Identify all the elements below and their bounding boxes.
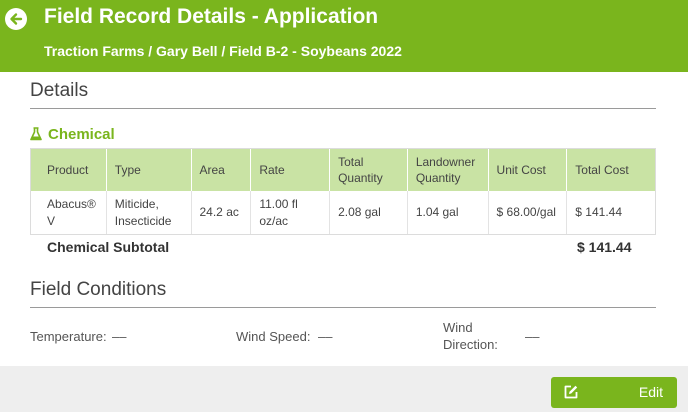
cell-landowner-quantity: 1.04 gal — [408, 191, 489, 234]
edit-button[interactable]: Edit — [551, 377, 677, 408]
cell-product: Abacus® V — [31, 191, 107, 234]
wind-direction-label: Wind Direction: — [443, 320, 498, 352]
chemical-heading: Chemical — [30, 124, 115, 144]
cell-type: Miticide, Insecticide — [107, 191, 192, 234]
back-button[interactable] — [5, 8, 27, 30]
edit-icon — [564, 385, 578, 399]
breadcrumb: Traction Farms / Gary Bell / Field B-2 -… — [44, 43, 402, 59]
chemical-table: Product Type Area Rate Total Quantity La… — [30, 148, 656, 235]
details-divider — [30, 108, 656, 109]
page-title: Field Record Details - Application — [44, 5, 379, 28]
column-header-product: Product — [31, 149, 107, 191]
temperature-value: –– — [112, 329, 127, 344]
page-header: Field Record Details - Application Tract… — [0, 0, 688, 72]
cell-area: 24.2 ac — [192, 191, 252, 234]
column-header-area: Area — [192, 149, 252, 191]
flask-icon — [30, 127, 42, 141]
details-heading: Details — [30, 80, 89, 101]
field-conditions-heading: Field Conditions — [30, 279, 167, 300]
field-conditions-divider — [30, 307, 656, 308]
column-header-unit-cost: Unit Cost — [489, 149, 568, 191]
wind-direction-value: –– — [525, 329, 540, 344]
cell-unit-cost: $ 68.00/gal — [489, 191, 568, 234]
column-header-type: Type — [107, 149, 192, 191]
edit-button-label: Edit — [638, 384, 663, 400]
temperature-label: Temperature: — [30, 329, 107, 344]
column-header-total-cost: Total Cost — [575, 162, 629, 177]
wind-speed-value: –– — [318, 329, 333, 344]
column-header-rate: Rate — [251, 149, 331, 191]
back-arrow-icon — [10, 13, 23, 25]
table-row: Abacus® V Miticide, Insecticide 24.2 ac … — [31, 191, 655, 234]
wind-speed-label: Wind Speed: — [236, 329, 311, 344]
cell-total-quantity: 2.08 gal — [330, 191, 408, 234]
cell-total-cost: $ 141.44 — [575, 205, 623, 220]
column-header-landowner-quantity: Landowner Quantity — [408, 149, 489, 191]
table-header-row: Product Type Area Rate Total Quantity La… — [31, 149, 655, 191]
chemical-heading-label: Chemical — [48, 125, 115, 143]
column-header-total-quantity: Total Quantity — [330, 149, 408, 191]
cell-rate: 11.00 fl oz/ac — [251, 191, 331, 234]
chemical-subtotal-label: Chemical Subtotal — [47, 239, 170, 255]
chemical-subtotal-value: $ 141.44 — [577, 239, 632, 255]
